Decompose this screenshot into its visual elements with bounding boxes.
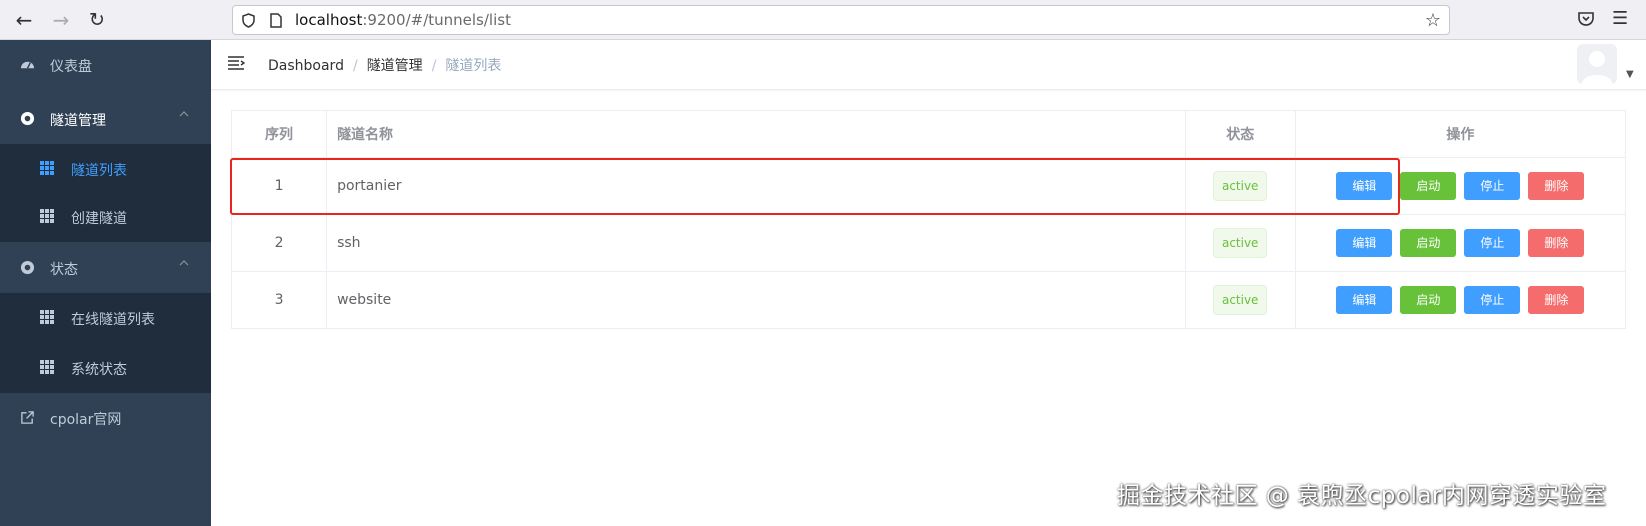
edit-button[interactable]: 编辑 (1336, 286, 1393, 314)
edit-button[interactable]: 编辑 (1336, 172, 1393, 200)
url-text[interactable]: localhost:9200/#/tunnels/list (295, 11, 511, 29)
sidebar-item-cpolar-site[interactable]: cpolar官网 (0, 393, 211, 443)
address-bar[interactable]: localhost:9200/#/tunnels/list ☆ (232, 5, 1450, 35)
cell-operations: 编辑 启动 停止 删除 (1294, 271, 1627, 329)
grid-icon (40, 161, 54, 175)
dashboard-icon (20, 61, 35, 69)
app-header: Dashboard / 隧道管理 / 隧道列表 ▼ (211, 40, 1646, 90)
chevron-up-icon (179, 260, 189, 266)
hamburger-icon[interactable] (227, 55, 245, 71)
cell-operations: 编辑 启动 停止 删除 (1294, 157, 1627, 215)
forward-arrow-icon[interactable]: → (49, 8, 73, 32)
breadcrumb-separator: / (431, 58, 437, 74)
breadcrumb-tunnel-management[interactable]: 隧道管理 (367, 58, 423, 74)
status-badge: active (1212, 228, 1268, 258)
star-icon[interactable]: ☆ (1425, 10, 1441, 31)
back-arrow-icon[interactable]: ← (12, 8, 36, 32)
sidebar-item-tunnel-list[interactable]: 隧道列表 (0, 144, 211, 194)
caret-down-icon[interactable]: ▼ (1626, 69, 1634, 80)
breadcrumb-separator: / (352, 58, 358, 74)
sidebar-item-label: 隧道列表 (71, 163, 127, 179)
sidebar-item-label: 创建隧道 (71, 211, 127, 227)
stop-button[interactable]: 停止 (1464, 172, 1521, 200)
cell-index: 3 (230, 271, 328, 329)
avatar[interactable] (1577, 44, 1617, 84)
table-row: 1 portanier active 编辑 启动 停止 删除 (230, 157, 1627, 215)
sidebar-item-dashboard[interactable]: 仪表盘 (0, 40, 211, 90)
column-header-name: 隧道名称 (326, 110, 1186, 158)
sidebar-item-system-status[interactable]: 系统状态 (0, 343, 211, 393)
shield-icon[interactable] (242, 13, 255, 28)
chevron-up-icon (179, 111, 189, 117)
grid-icon (40, 360, 54, 374)
browser-toolbar: ← → ↻ localhost:9200/#/tunnels/list ☆ ☰ (0, 0, 1646, 40)
stop-button[interactable]: 停止 (1464, 229, 1521, 257)
table-header-row: 序列 隧道名称 状态 操作 (230, 110, 1627, 158)
grid-icon (40, 209, 54, 223)
sidebar: 仪表盘 隧道管理 隧道列表 创建隧道 状态 在线隧道列表 系统状态 cpolar… (0, 40, 211, 526)
start-button[interactable]: 启动 (1400, 286, 1457, 314)
sidebar-item-label: 在线隧道列表 (71, 312, 155, 328)
status-badge: active (1212, 285, 1268, 315)
reload-icon[interactable]: ↻ (85, 8, 109, 32)
cell-status: active (1184, 157, 1296, 215)
tunnel-table: 序列 隧道名称 状态 操作 1 portanier active 编辑 启动 停止删… (230, 110, 1627, 329)
sidebar-item-tunnel-management[interactable]: 隧道管理 (0, 94, 211, 144)
breadcrumb: Dashboard / 隧道管理 / 隧道列表 (268, 55, 501, 75)
start-button[interactable]: 启动 (1400, 229, 1457, 257)
external-link-icon (21, 411, 34, 424)
breadcrumb-tunnel-list: 隧道列表 (445, 58, 502, 74)
lifebuoy-icon (20, 111, 35, 126)
cell-status: active (1184, 214, 1296, 272)
cell-index: 1 (230, 157, 328, 215)
table-row: 3 website active 编辑 启动 停止 删除 (230, 271, 1627, 329)
breadcrumb-dashboard[interactable]: Dashboard (268, 58, 344, 74)
cell-tunnel-name: website (326, 271, 1186, 329)
sidebar-item-label: cpolar官网 (50, 412, 122, 428)
edit-button[interactable]: 编辑 (1336, 229, 1393, 257)
url-path: :9200/#/tunnels/list (362, 11, 511, 29)
cell-tunnel-name: portanier (326, 157, 1186, 215)
stop-button[interactable]: 停止 (1464, 286, 1521, 314)
sidebar-item-label: 隧道管理 (50, 113, 106, 129)
cell-operations: 编辑 启动 停止 删除 (1294, 214, 1627, 272)
user-icon (1582, 51, 1612, 84)
sidebar-item-online-tunnels[interactable]: 在线隧道列表 (0, 293, 211, 343)
column-header-index: 序列 (230, 110, 328, 158)
cell-index: 2 (230, 214, 328, 272)
delete-button[interactable]: 删除 (1528, 229, 1585, 257)
table-row: 2 ssh active 编辑 启动 停止 删除 (230, 214, 1627, 272)
watermark: 掘金技术社区 @ 袁煦丞cpolar内网穿透实验室 (1117, 483, 1607, 509)
menu-icon[interactable]: ☰ (1612, 9, 1628, 29)
sidebar-item-label: 状态 (50, 262, 78, 278)
page-icon (270, 13, 282, 28)
status-badge: active (1212, 171, 1268, 201)
grid-icon (40, 310, 54, 324)
sidebar-item-create-tunnel[interactable]: 创建隧道 (0, 192, 211, 242)
column-header-operations: 操作 (1294, 110, 1627, 158)
lifebuoy-icon (20, 260, 35, 275)
pocket-icon[interactable] (1577, 10, 1595, 28)
url-host: localhost (295, 11, 363, 29)
cell-status: active (1184, 271, 1296, 329)
delete-button[interactable]: 删除 (1528, 286, 1585, 314)
sidebar-item-label: 系统状态 (71, 362, 127, 378)
sidebar-item-label: 仪表盘 (50, 59, 92, 75)
start-button[interactable]: 启动 (1400, 172, 1457, 200)
cell-tunnel-name: ssh (326, 214, 1186, 272)
delete-button[interactable]: 删除 (1528, 172, 1585, 200)
sidebar-item-status[interactable]: 状态 (0, 243, 211, 293)
column-header-status: 状态 (1184, 110, 1296, 158)
